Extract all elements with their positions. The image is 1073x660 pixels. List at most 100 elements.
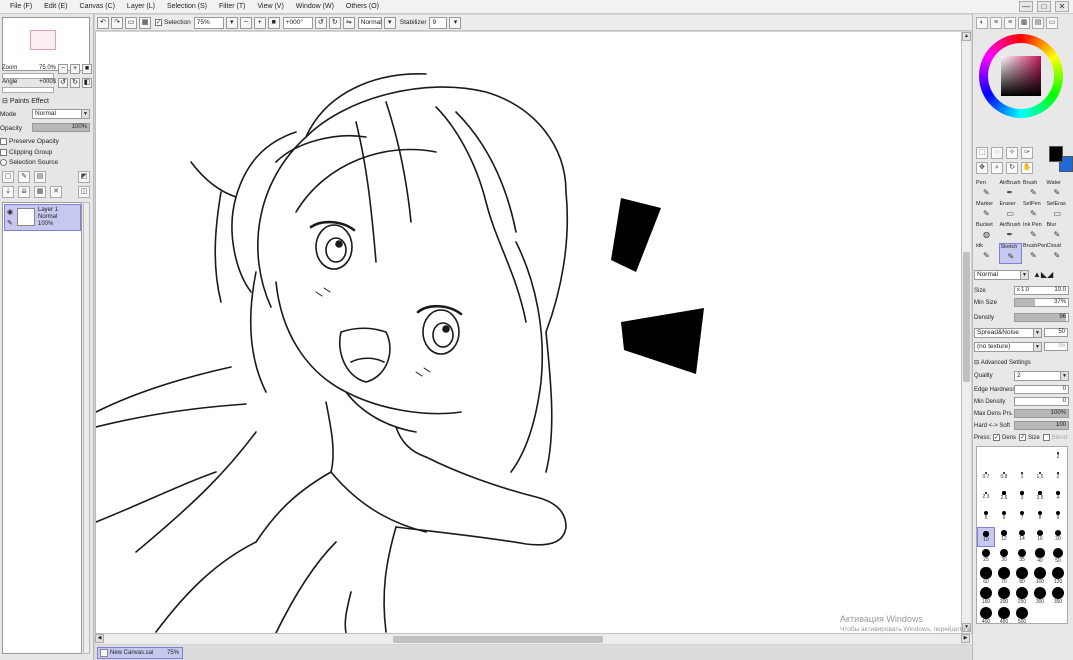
color-mixer-tab-icon[interactable]: ▦ — [1018, 17, 1030, 29]
brush-size-cell[interactable]: 2 — [1049, 467, 1067, 487]
angle-slider[interactable] — [2, 87, 54, 93]
color-wheel[interactable] — [979, 34, 1063, 118]
swatches-tab-icon[interactable]: ▤ — [1032, 17, 1044, 29]
new-linework-layer-icon[interactable]: ✎ — [18, 171, 30, 183]
brush-size-cell[interactable]: 4 — [1049, 487, 1067, 507]
brush-size-cell[interactable]: 300 — [1031, 587, 1049, 607]
tool-brushpen[interactable]: BrushPen ✎ — [1022, 243, 1047, 264]
tool-idk[interactable]: idk ✎ — [975, 243, 998, 264]
brush-size-cell[interactable]: 25 — [977, 547, 995, 567]
brush-size-cell[interactable]: 10 — [977, 527, 995, 547]
brush-size-cell[interactable]: 2.3 — [977, 487, 995, 507]
brush-size-cell[interactable] — [1013, 447, 1031, 467]
menu-others[interactable]: Others (O) — [340, 3, 385, 10]
tool-selpen[interactable]: SelPen ✎ — [1022, 201, 1045, 222]
rotation-field[interactable]: +000° — [282, 16, 313, 29]
tool-airbrush[interactable]: AirBrush ✒ — [999, 180, 1022, 201]
brush-size-cell[interactable]: 5 — [977, 507, 995, 527]
horizontal-scroll-thumb[interactable] — [393, 636, 603, 643]
brush-size-cell[interactable]: 3 — [1013, 487, 1031, 507]
zoom-out-icon[interactable]: − — [58, 64, 68, 74]
tool-seleras[interactable]: SelEras ▭ — [1046, 201, 1069, 222]
tool-cloud[interactable]: Cloud ✎ — [1046, 243, 1069, 264]
brush-size-cell[interactable]: 70 — [995, 567, 1013, 587]
brush-size-cell[interactable]: 7 — [1013, 507, 1031, 527]
brush-size-cell[interactable] — [995, 447, 1013, 467]
brush-size-cell[interactable]: 200 — [995, 587, 1013, 607]
layer-row[interactable]: ◉ ✎ Layer 1 Normal 100% — [4, 204, 81, 231]
tool-pen[interactable]: Pen ✎ — [975, 180, 998, 201]
magic-wand-icon[interactable]: ✧ — [1006, 147, 1018, 159]
zoom-tool-icon[interactable]: ⌕ — [991, 162, 1003, 174]
vertical-scroll-thumb[interactable] — [963, 252, 970, 382]
menu-window[interactable]: Window (W) — [290, 3, 340, 10]
tool-sketch[interactable]: Sketch ✎ — [998, 243, 1022, 264]
brush-size-cell[interactable]: 2 — [1049, 447, 1067, 467]
new-layer-icon[interactable]: ▢ — [2, 171, 14, 183]
zoom-plus-icon[interactable]: + — [253, 16, 266, 29]
stabilizer-field[interactable]: 9 — [429, 16, 448, 29]
delete-layer-icon[interactable]: ✕ — [50, 186, 62, 198]
hand-icon[interactable]: ✋ — [1021, 162, 1033, 174]
rotate-cw-icon[interactable]: ↻ — [328, 16, 341, 29]
opacity-slider[interactable]: 100% — [32, 123, 90, 132]
flip-icon[interactable]: ◧ — [82, 78, 92, 88]
zoom-minus-icon[interactable]: − — [239, 16, 252, 29]
flip-horizontal-icon[interactable]: ⇋ — [342, 16, 355, 29]
brush-size-cell[interactable]: 9 — [1049, 507, 1067, 527]
zoom-dropdown-icon[interactable]: ▾ — [225, 16, 238, 29]
saturation-value-square[interactable] — [1001, 56, 1041, 96]
zoom-reset-icon[interactable]: ■ — [82, 64, 92, 74]
menu-canvas[interactable]: Canvas (C) — [74, 3, 121, 10]
brush-size-cell[interactable]: 120 — [1049, 567, 1067, 587]
brush-size-cell[interactable] — [1031, 447, 1049, 467]
brush-blend-select[interactable]: Normal ▼ — [974, 269, 1029, 280]
tool-brush[interactable]: Brush ✎ — [1022, 180, 1045, 201]
brush-size-cell[interactable]: 2.6 — [995, 487, 1013, 507]
rotate-tool-icon[interactable]: ↻ — [1006, 162, 1018, 174]
pressure-blend-checkbox[interactable]: Blend — [1042, 433, 1067, 441]
new-folder-icon[interactable]: ▤ — [34, 171, 46, 183]
brush-size-cell[interactable]: 250 — [1013, 587, 1031, 607]
brush-size-cell[interactable]: 6 — [995, 507, 1013, 527]
menu-view[interactable]: View (V) — [251, 3, 289, 10]
preserve-opacity-checkbox[interactable]: Preserve Opacity — [0, 136, 59, 147]
brush-size-cell[interactable]: 30 — [995, 547, 1013, 567]
zoom-in-icon[interactable]: + — [70, 64, 80, 74]
drawing-canvas[interactable] — [95, 32, 961, 633]
selection-source-radio[interactable]: Selection Source — [0, 157, 58, 168]
brush-size-cell[interactable]: 35 — [1013, 547, 1031, 567]
brush-size-cell[interactable]: 450 — [995, 607, 1013, 627]
brush-size-cell[interactable]: 350 — [1049, 587, 1067, 607]
tool-bucket[interactable]: Bucket ◍ — [975, 222, 998, 243]
zoom-fit-icon[interactable]: ■ — [267, 16, 280, 29]
size-slider[interactable]: x 1.0 10.0 — [1014, 286, 1069, 295]
scratchpad-tab-icon[interactable]: ▭ — [1046, 17, 1058, 29]
rotate-left-icon[interactable]: ↺ — [58, 78, 68, 88]
advanced-settings-header[interactable]: ⊟ Advanced Settings — [974, 357, 1070, 368]
brush-size-cell[interactable]: 500 — [1013, 607, 1031, 627]
layer-list-scrollbar[interactable] — [83, 202, 90, 654]
menu-edit[interactable]: Edit (E) — [38, 3, 73, 10]
brush-shape-icons[interactable]: ▲◣◢ — [1033, 270, 1053, 279]
edge-hardness-slider[interactable]: 0 — [1014, 385, 1069, 394]
brush-size-cell[interactable]: 20 — [1049, 527, 1067, 547]
pressure-size-checkbox[interactable]: Size — [1019, 433, 1040, 441]
clear-layer-icon[interactable]: ▦ — [34, 186, 46, 198]
selection-checkbox[interactable]: Selection — [155, 18, 191, 26]
brush-size-cell[interactable]: 1.5 — [1031, 467, 1049, 487]
brush-texture-strength[interactable]: 95 — [1044, 342, 1068, 351]
brush-size-cell[interactable]: 0.7 — [977, 467, 995, 487]
brush-size-cell[interactable]: 100 — [1031, 567, 1049, 587]
rgb-slider-tab-icon[interactable]: ≡ — [990, 17, 1002, 29]
brush-size-cell[interactable]: 80 — [1013, 567, 1031, 587]
brush-texture-select[interactable]: (no texture) ▼ — [974, 341, 1042, 352]
tool-eraser[interactable]: Eraser ▭ — [999, 201, 1022, 222]
lasso-icon[interactable]: ◌ — [991, 147, 1003, 159]
density-slider[interactable]: 96 — [1014, 313, 1069, 322]
tool-water[interactable]: Water ✎ — [1046, 180, 1069, 201]
scroll-up-icon[interactable]: ▲ — [962, 32, 971, 41]
apply-mask-icon[interactable]: ◫ — [78, 186, 90, 198]
brush-size-cell[interactable]: 0.8 — [995, 467, 1013, 487]
brush-size-cell[interactable]: 12 — [995, 527, 1013, 547]
